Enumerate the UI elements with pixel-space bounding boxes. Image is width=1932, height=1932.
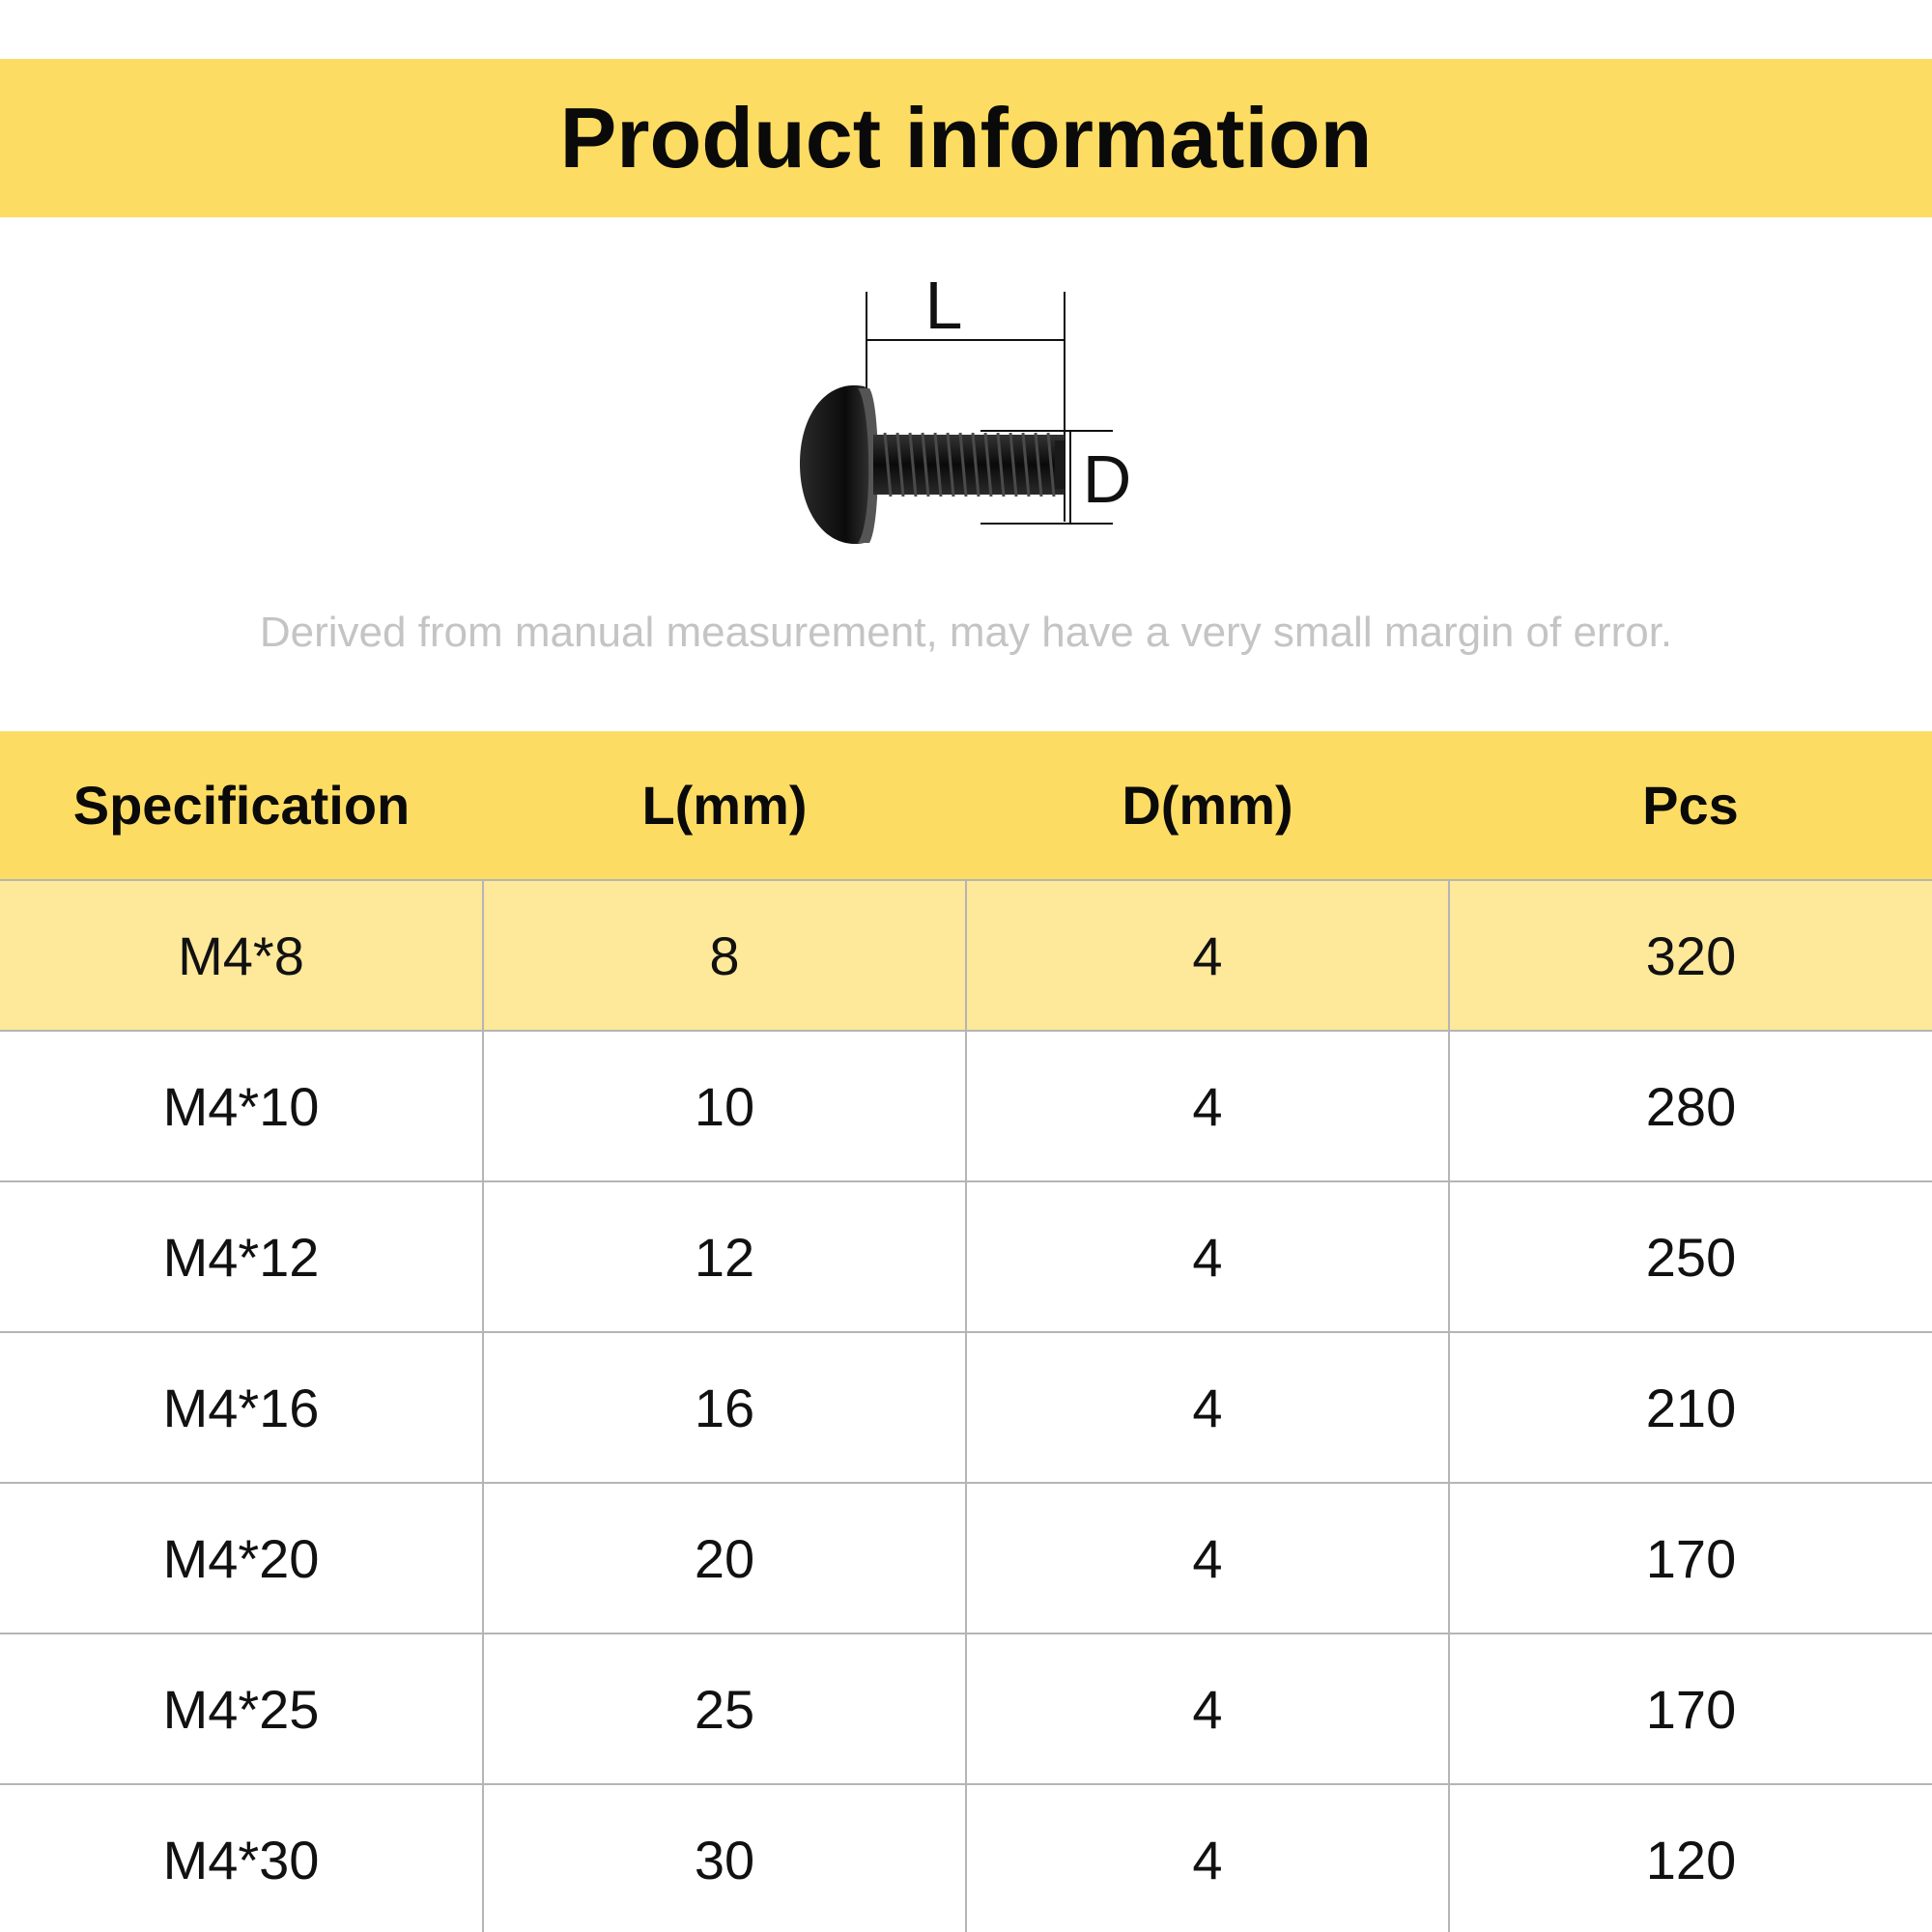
- cell-length: 20: [482, 1482, 966, 1634]
- cell-pcs: 320: [1448, 879, 1932, 1031]
- cell-specification: M4*25: [0, 1633, 483, 1784]
- table-row: M4*25 25 4 170: [0, 1633, 1932, 1784]
- cell-pcs: 170: [1448, 1482, 1932, 1634]
- title-bar: Product information: [0, 59, 1932, 217]
- page: Product information L D Derived from man…: [0, 0, 1932, 1932]
- cell-pcs: 250: [1448, 1180, 1932, 1332]
- cell-diameter: 4: [965, 1331, 1449, 1483]
- measurement-note: Derived from manual measurement, may hav…: [259, 609, 1673, 656]
- table-row: M4*20 20 4 170: [0, 1482, 1932, 1634]
- header-diameter: D(mm): [966, 731, 1449, 880]
- table-row: M4*10 10 4 280: [0, 1030, 1932, 1181]
- cell-pcs: 120: [1448, 1783, 1932, 1932]
- cell-pcs: 210: [1448, 1331, 1932, 1483]
- cell-specification: M4*20: [0, 1482, 483, 1634]
- cell-diameter: 4: [965, 1783, 1449, 1932]
- header-length: L(mm): [483, 731, 966, 880]
- table-header-row: Specification L(mm) D(mm) Pcs: [0, 731, 1932, 880]
- cell-specification: M4*8: [0, 879, 483, 1031]
- cell-diameter: 4: [965, 1180, 1449, 1332]
- cell-specification: M4*16: [0, 1331, 483, 1483]
- cell-specification: M4*30: [0, 1783, 483, 1932]
- cell-diameter: 4: [965, 1030, 1449, 1181]
- cell-specification: M4*10: [0, 1030, 483, 1181]
- cell-diameter: 4: [965, 879, 1449, 1031]
- cell-specification: M4*12: [0, 1180, 483, 1332]
- cell-length: 10: [482, 1030, 966, 1181]
- page-title: Product information: [559, 90, 1373, 185]
- table-row: M4*12 12 4 250: [0, 1180, 1932, 1332]
- cell-diameter: 4: [965, 1482, 1449, 1634]
- cell-length: 12: [482, 1180, 966, 1332]
- table-row: M4*30 30 4 120: [0, 1783, 1932, 1932]
- header-pcs: Pcs: [1449, 731, 1932, 880]
- diameter-label: D: [1083, 441, 1132, 517]
- spec-table: Specification L(mm) D(mm) Pcs M4*8 8 4 3…: [0, 731, 1932, 1932]
- cell-length: 25: [482, 1633, 966, 1784]
- cell-pcs: 170: [1448, 1633, 1932, 1784]
- screw-icon: [800, 384, 1065, 545]
- table-row: M4*8 8 4 320: [0, 879, 1932, 1031]
- screw-diagram: L D: [800, 270, 1132, 545]
- length-label: L: [925, 270, 963, 343]
- cell-length: 30: [482, 1783, 966, 1932]
- cell-length: 8: [482, 879, 966, 1031]
- table-row: M4*16 16 4 210: [0, 1331, 1932, 1483]
- cell-length: 16: [482, 1331, 966, 1483]
- header-specification: Specification: [0, 731, 483, 880]
- cell-pcs: 280: [1448, 1030, 1932, 1181]
- cell-diameter: 4: [965, 1633, 1449, 1784]
